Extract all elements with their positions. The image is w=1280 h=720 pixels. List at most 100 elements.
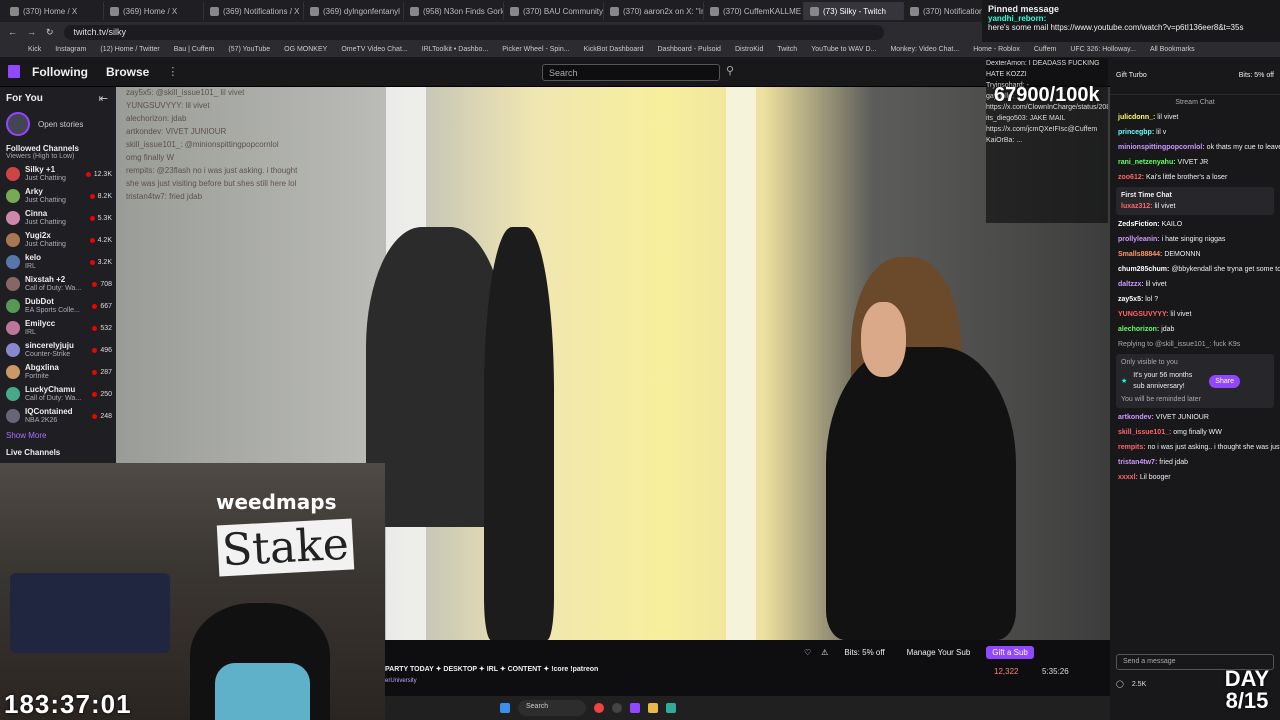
chat-username[interactable]: rani_netzenyahu:	[1118, 159, 1176, 166]
chat-username[interactable]: tristan4tw7:	[1118, 459, 1157, 466]
bookmark-item[interactable]: OG MONKEY	[284, 46, 327, 53]
browser-tab[interactable]: (370) Home / X	[4, 2, 104, 20]
followed-channel[interactable]: kelo IRL 3.2K	[0, 251, 116, 273]
tab-favicon-icon	[710, 6, 719, 16]
first-time-user[interactable]: luxaz312:	[1121, 203, 1153, 210]
stream-title: PARTY TODAY ✦ DESKTOP ✦ IRL ✦ CONTENT ✦ …	[385, 666, 599, 673]
browser-tab[interactable]: (369) dylngonfentanyl	[304, 2, 404, 20]
search-icon[interactable]: ⚲	[722, 64, 738, 81]
chat-username[interactable]: prollyleanin:	[1118, 236, 1160, 243]
twitch-app-icon[interactable]	[630, 703, 640, 713]
followed-channel[interactable]: LuckyChamu Call of Duty: Wa... 250	[0, 383, 116, 405]
followed-channel[interactable]: sincerelyjuju Counter-Strike 496	[0, 339, 116, 361]
chat-username[interactable]: Smalls88844:	[1118, 251, 1162, 258]
bookmark-item[interactable]: YouTube to WAV D...	[811, 46, 876, 53]
bookmark-item[interactable]: KickBot Dashboard	[584, 46, 644, 53]
browser-tab[interactable]: (369) Home / X	[104, 2, 204, 20]
bookmark-item[interactable]: Twitch	[777, 46, 797, 53]
bits-offer-button[interactable]: Bits: 5% off	[1239, 70, 1274, 81]
chat-username[interactable]: ZedsFiction:	[1118, 221, 1160, 228]
channel-points-icon[interactable]: ◯	[1116, 680, 1124, 688]
forward-icon[interactable]: →	[27, 27, 36, 37]
overlay-chat: DexterAmon: I DEADASS FUCKING HATE KOZZI…	[986, 58, 1108, 223]
browser-tab[interactable]: (370) CuffemKALLME	[704, 2, 804, 20]
taskbar-search[interactable]: Search	[518, 700, 586, 716]
gift-turbo-button[interactable]: Gift Turbo	[1116, 70, 1147, 81]
browser-tab[interactable]: (370) BAU Community	[504, 2, 604, 20]
bookmark-item[interactable]: Home - Roblox	[973, 46, 1020, 53]
gift-sub-button[interactable]: Gift a Sub	[986, 646, 1034, 659]
browse-link[interactable]: Browse	[106, 65, 149, 79]
share-button[interactable]: Share	[1209, 374, 1240, 388]
bookmark-item[interactable]: Cuffem	[1034, 46, 1056, 53]
obs-icon[interactable]	[612, 703, 622, 713]
app-icon[interactable]	[666, 703, 676, 713]
only-visible-label: Only visible to you	[1121, 359, 1178, 366]
followed-channel[interactable]: Arky Just Chatting 8.2K	[0, 185, 116, 207]
followed-channel[interactable]: Nixstah +2 Call of Duty: Wa... 708	[0, 273, 116, 295]
bookmark-item[interactable]: Monkey: Video Chat...	[890, 46, 959, 53]
search-input[interactable]: Search	[542, 64, 720, 81]
bookmark-item[interactable]: All Bookmarks	[1150, 46, 1195, 53]
bookmark-item[interactable]: IRLToolkit • Dashbo...	[422, 46, 489, 53]
chrome-icon[interactable]	[594, 703, 604, 713]
chat-username[interactable]: YUNGSUVYYY:	[1118, 311, 1168, 318]
browser-tab[interactable]: (370) aaron2x on X: "In	[604, 2, 704, 20]
show-more-link[interactable]: Show More	[0, 427, 116, 444]
bookmark-item[interactable]: Kick	[28, 46, 41, 53]
video-chat-line: tristan4tw7: fried jdab	[126, 192, 203, 201]
bookmark-item[interactable]: DistroKid	[735, 46, 763, 53]
bookmark-item[interactable]: (12) Home / Twitter	[100, 46, 159, 53]
windows-taskbar: Search	[385, 696, 1110, 720]
bits-button[interactable]: Bits: 5% off	[838, 646, 890, 659]
chat-username[interactable]: artkondev:	[1118, 414, 1154, 421]
browser-tab[interactable]: (369) Notifications / X	[204, 2, 304, 20]
bookmark-item[interactable]: Instagram	[55, 46, 86, 53]
chat-username[interactable]: minionspittingpopcornlol:	[1118, 144, 1205, 151]
manage-sub-button[interactable]: Manage Your Sub	[901, 646, 977, 659]
following-link[interactable]: Following	[32, 65, 88, 79]
open-stories[interactable]: Open stories	[0, 110, 116, 138]
browser-tab[interactable]: (958) N3on Finds Gorlo	[404, 2, 504, 20]
followed-channel[interactable]: DubDot EA Sports Colle... 667	[0, 295, 116, 317]
followed-channel[interactable]: Emilycc IRL 532	[0, 317, 116, 339]
chat-username[interactable]: zay5x5:	[1118, 296, 1143, 303]
followed-channel[interactable]: Cinna Just Chatting 5.3K	[0, 207, 116, 229]
bookmark-item[interactable]: UFC 326: Holloway...	[1070, 46, 1136, 53]
back-icon[interactable]: ←	[8, 27, 17, 37]
pinned-user[interactable]: yandhi_reborn:	[988, 14, 1046, 23]
browser-tab[interactable]: (73) Silky - Twitch	[804, 2, 904, 20]
chat-username[interactable]: alechorizon:	[1118, 326, 1159, 333]
stream-category[interactable]: erUniversity	[385, 678, 417, 684]
chat-username[interactable]: skill_issue101_:	[1118, 429, 1171, 436]
followed-channel[interactable]: IQContained NBA 2K26 248	[0, 405, 116, 427]
bookmark-item[interactable]: (57) YouTube	[228, 46, 270, 53]
collapse-sidebar-icon[interactable]: ⇤	[99, 92, 116, 105]
windows-start-icon[interactable]	[500, 703, 510, 713]
followed-channel[interactable]: Silky +1 Just Chatting 12.3K	[0, 163, 116, 185]
bookmark-item[interactable]: Dashboard - Pulsoid	[658, 46, 721, 53]
chat-username[interactable]: rempits:	[1118, 444, 1146, 451]
channel-viewers: 12.3K	[86, 171, 112, 178]
folder-icon[interactable]	[648, 703, 658, 713]
notification-icon[interactable]: ⚠	[821, 648, 828, 657]
reload-icon[interactable]: ↻	[46, 27, 54, 38]
chat-username[interactable]: princegbp:	[1118, 129, 1154, 136]
heart-icon[interactable]: ♡	[804, 648, 811, 657]
chat-username[interactable]: zoo612:	[1118, 174, 1144, 181]
followed-channel[interactable]: Yugi2x Just Chatting 4.2K	[0, 229, 116, 251]
twitch-logo-icon[interactable]	[8, 65, 20, 78]
chat-username[interactable]: julicdonn_:	[1118, 114, 1155, 121]
chat-username[interactable]: chum285chum:	[1118, 266, 1169, 273]
more-menu-icon[interactable]: ⋮	[167, 65, 178, 78]
bookmark-item[interactable]: Bau | Cuffem	[174, 46, 215, 53]
reply-context: Replying to @skill_issue101_: fuck K9s	[1118, 341, 1241, 348]
chat-username[interactable]: daltzzx:	[1118, 281, 1144, 288]
url-field[interactable]: twitch.tv/silky	[63, 24, 884, 40]
chat-username[interactable]: xxxxl:	[1118, 474, 1138, 481]
bookmark-item[interactable]: OmeTV Video Chat...	[341, 46, 407, 53]
followed-channel[interactable]: Abgxlina Fortnite 287	[0, 361, 116, 383]
chat-message: rempits: no i was just asking.. i though…	[1110, 440, 1280, 455]
chat-text: lil vivet	[1157, 114, 1179, 121]
bookmark-item[interactable]: Picker Wheel - Spin...	[502, 46, 569, 53]
